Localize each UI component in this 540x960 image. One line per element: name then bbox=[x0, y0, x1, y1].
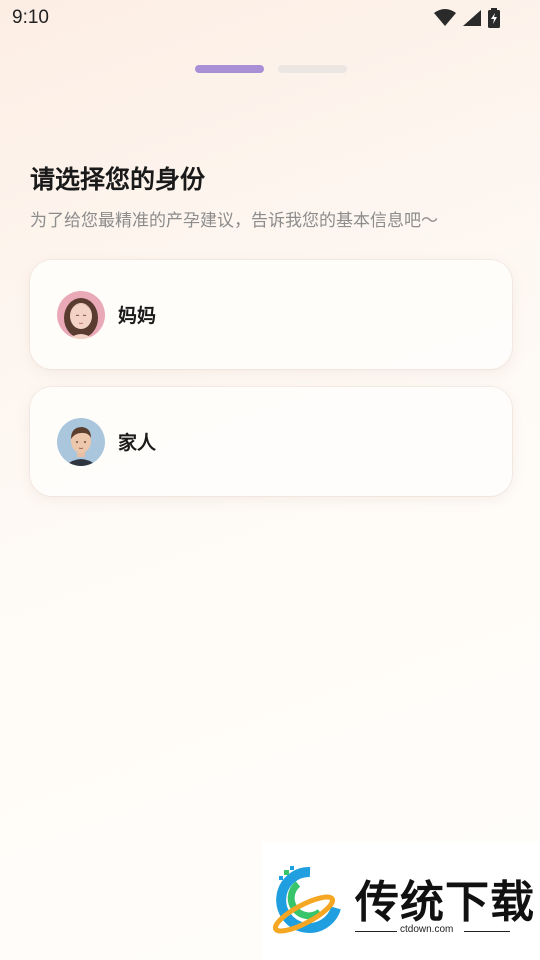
man-avatar-icon bbox=[57, 418, 105, 466]
page-subtitle: 为了给您最精准的产孕建议，告诉我您的基本信息吧～ bbox=[30, 211, 438, 231]
woman-avatar-icon bbox=[57, 291, 105, 339]
watermark-logo-icon bbox=[270, 864, 346, 940]
identity-label-mom: 妈妈 bbox=[118, 305, 157, 327]
battery-charging-icon bbox=[488, 8, 500, 28]
identity-label-family: 家人 bbox=[118, 432, 157, 454]
status-icons bbox=[434, 8, 500, 28]
status-bar: 9:10 bbox=[0, 0, 540, 36]
watermark: 传统下载 ctdown.com bbox=[262, 842, 540, 960]
onboarding-pager bbox=[0, 65, 540, 73]
status-time: 9:10 bbox=[12, 7, 49, 28]
pager-indicator-active bbox=[195, 65, 264, 73]
watermark-divider-right bbox=[464, 931, 510, 932]
watermark-divider-left bbox=[355, 931, 397, 932]
identity-option-family[interactable]: 家人 bbox=[30, 387, 512, 496]
cellular-signal-icon bbox=[462, 9, 482, 27]
identity-option-mom[interactable]: 妈妈 bbox=[30, 260, 512, 369]
watermark-url: ctdown.com bbox=[400, 924, 454, 935]
watermark-brand: 传统下载 bbox=[355, 877, 535, 928]
pager-indicator-inactive bbox=[278, 65, 347, 73]
page-title: 请选择您的身份 bbox=[30, 165, 206, 194]
wifi-icon bbox=[434, 9, 456, 27]
